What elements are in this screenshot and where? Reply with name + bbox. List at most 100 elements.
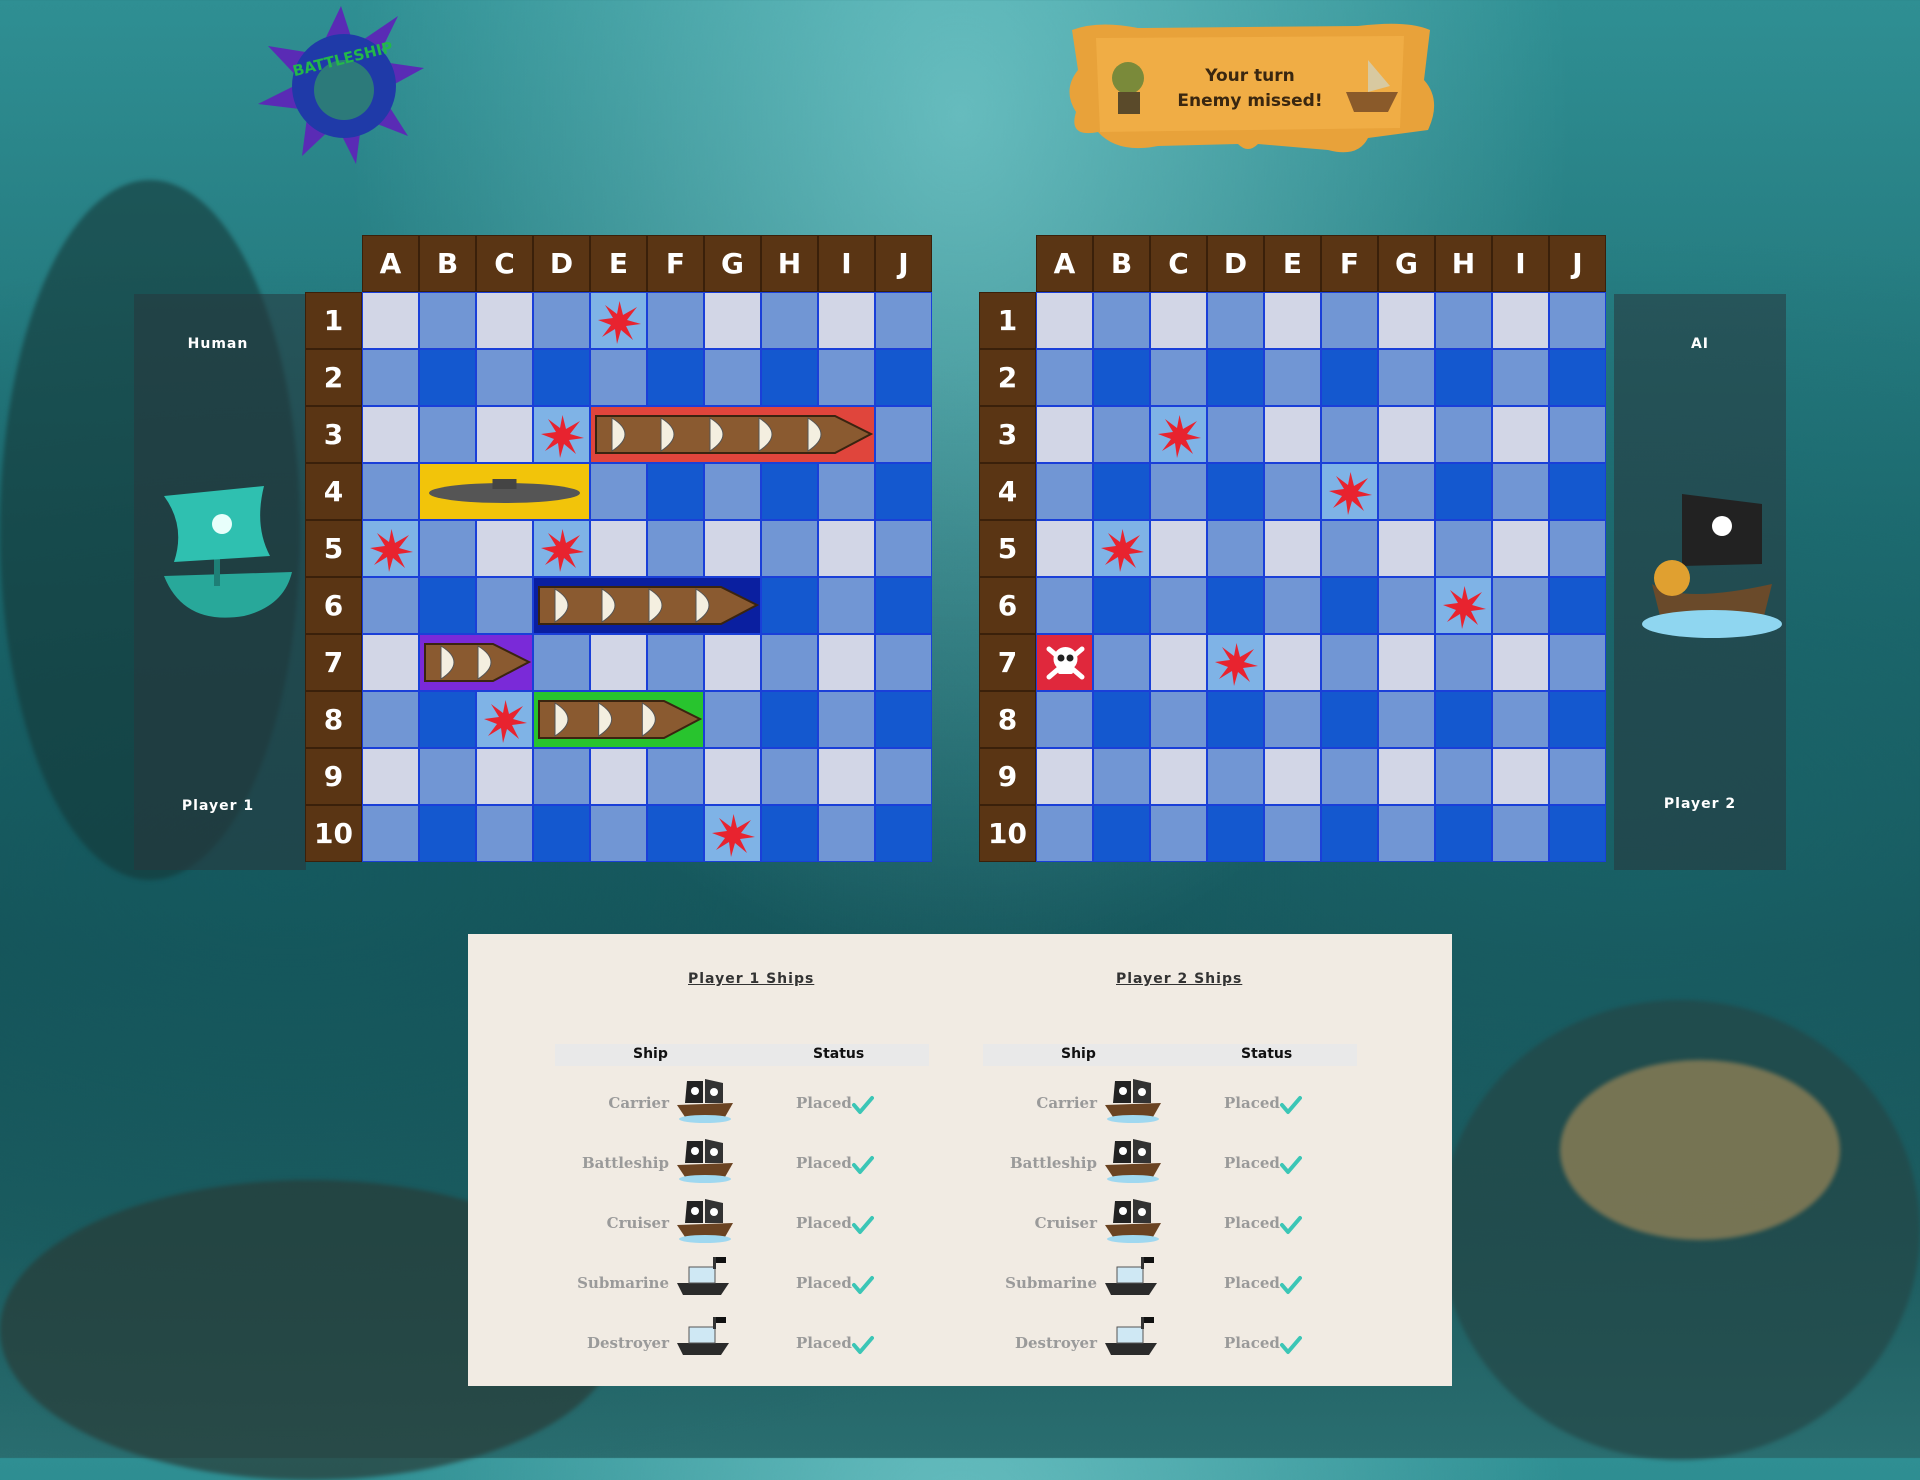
p1-cell-C3[interactable]: [476, 406, 533, 463]
p2-cell-H8[interactable]: [1435, 691, 1492, 748]
p2-cell-E5[interactable]: [1264, 520, 1321, 577]
p2-cell-F8[interactable]: [1321, 691, 1378, 748]
p2-cell-D9[interactable]: [1207, 748, 1264, 805]
p2-cell-F2[interactable]: [1321, 349, 1378, 406]
p1-cell-I6[interactable]: [818, 577, 875, 634]
p1-cell-F5[interactable]: [647, 520, 704, 577]
p2-cell-F3[interactable]: [1321, 406, 1378, 463]
p2-cell-C6[interactable]: [1150, 577, 1207, 634]
p1-cell-G5[interactable]: [704, 520, 761, 577]
p1-cell-D10[interactable]: [533, 805, 590, 862]
p2-cell-A2[interactable]: [1036, 349, 1093, 406]
p2-cell-E6[interactable]: [1264, 577, 1321, 634]
p2-cell-B2[interactable]: [1093, 349, 1150, 406]
p2-cell-B1[interactable]: [1093, 292, 1150, 349]
p2-cell-F5[interactable]: [1321, 520, 1378, 577]
p1-cell-D9[interactable]: [533, 748, 590, 805]
p1-cell-E10[interactable]: [590, 805, 647, 862]
p2-cell-A3[interactable]: [1036, 406, 1093, 463]
p2-cell-D10[interactable]: [1207, 805, 1264, 862]
p2-cell-C2[interactable]: [1150, 349, 1207, 406]
p2-cell-G2[interactable]: [1378, 349, 1435, 406]
p2-cell-D2[interactable]: [1207, 349, 1264, 406]
p1-cell-H6[interactable]: [761, 577, 818, 634]
p1-cell-D3[interactable]: [533, 406, 590, 463]
p2-cell-C1[interactable]: [1150, 292, 1207, 349]
p2-cell-A6[interactable]: [1036, 577, 1093, 634]
p1-cell-B1[interactable]: [419, 292, 476, 349]
p1-cell-F2[interactable]: [647, 349, 704, 406]
p2-cell-G7[interactable]: [1378, 634, 1435, 691]
p1-cell-C2[interactable]: [476, 349, 533, 406]
p2-cell-C8[interactable]: [1150, 691, 1207, 748]
p2-cell-I7[interactable]: [1492, 634, 1549, 691]
p1-cell-I1[interactable]: [818, 292, 875, 349]
p2-cell-C4[interactable]: [1150, 463, 1207, 520]
p2-cell-A7[interactable]: [1036, 634, 1093, 691]
p2-cell-G10[interactable]: [1378, 805, 1435, 862]
p1-cell-F9[interactable]: [647, 748, 704, 805]
p1-cell-B10[interactable]: [419, 805, 476, 862]
p1-cell-B9[interactable]: [419, 748, 476, 805]
p2-cell-H10[interactable]: [1435, 805, 1492, 862]
p1-cell-E5[interactable]: [590, 520, 647, 577]
p1-cell-I7[interactable]: [818, 634, 875, 691]
p2-cell-I8[interactable]: [1492, 691, 1549, 748]
p1-cell-H2[interactable]: [761, 349, 818, 406]
p2-cell-H2[interactable]: [1435, 349, 1492, 406]
p1-cell-I4[interactable]: [818, 463, 875, 520]
p2-cell-J2[interactable]: [1549, 349, 1606, 406]
p2-cell-D3[interactable]: [1207, 406, 1264, 463]
p2-cell-B5[interactable]: [1093, 520, 1150, 577]
p1-cell-B3[interactable]: [419, 406, 476, 463]
p2-cell-C5[interactable]: [1150, 520, 1207, 577]
p2-cell-H6[interactable]: [1435, 577, 1492, 634]
p2-cell-J4[interactable]: [1549, 463, 1606, 520]
p2-cell-J3[interactable]: [1549, 406, 1606, 463]
p1-cell-H1[interactable]: [761, 292, 818, 349]
p1-cell-C1[interactable]: [476, 292, 533, 349]
p1-cell-J1[interactable]: [875, 292, 932, 349]
p2-cell-H9[interactable]: [1435, 748, 1492, 805]
p2-cell-B10[interactable]: [1093, 805, 1150, 862]
p2-cell-B4[interactable]: [1093, 463, 1150, 520]
p2-cell-E9[interactable]: [1264, 748, 1321, 805]
p2-cell-I6[interactable]: [1492, 577, 1549, 634]
p2-cell-J5[interactable]: [1549, 520, 1606, 577]
p2-cell-G1[interactable]: [1378, 292, 1435, 349]
p1-cell-H7[interactable]: [761, 634, 818, 691]
p2-cell-B7[interactable]: [1093, 634, 1150, 691]
p2-cell-I4[interactable]: [1492, 463, 1549, 520]
p2-cell-I9[interactable]: [1492, 748, 1549, 805]
p2-cell-A9[interactable]: [1036, 748, 1093, 805]
p1-cell-B8[interactable]: [419, 691, 476, 748]
p2-cell-D4[interactable]: [1207, 463, 1264, 520]
p1-cell-G9[interactable]: [704, 748, 761, 805]
p2-cell-G4[interactable]: [1378, 463, 1435, 520]
p2-cell-D1[interactable]: [1207, 292, 1264, 349]
p1-cell-C8[interactable]: [476, 691, 533, 748]
p2-cell-F9[interactable]: [1321, 748, 1378, 805]
p2-cell-G6[interactable]: [1378, 577, 1435, 634]
p1-cell-G7[interactable]: [704, 634, 761, 691]
p2-cell-F1[interactable]: [1321, 292, 1378, 349]
p1-cell-D5[interactable]: [533, 520, 590, 577]
p2-cell-J6[interactable]: [1549, 577, 1606, 634]
p1-cell-B2[interactable]: [419, 349, 476, 406]
p2-cell-J7[interactable]: [1549, 634, 1606, 691]
p2-cell-A5[interactable]: [1036, 520, 1093, 577]
p2-cell-F10[interactable]: [1321, 805, 1378, 862]
p2-cell-E4[interactable]: [1264, 463, 1321, 520]
p1-cell-J2[interactable]: [875, 349, 932, 406]
p2-cell-A1[interactable]: [1036, 292, 1093, 349]
p2-cell-I3[interactable]: [1492, 406, 1549, 463]
p2-cell-B3[interactable]: [1093, 406, 1150, 463]
p1-cell-I10[interactable]: [818, 805, 875, 862]
p2-cell-E7[interactable]: [1264, 634, 1321, 691]
p1-cell-F10[interactable]: [647, 805, 704, 862]
p2-cell-J10[interactable]: [1549, 805, 1606, 862]
p2-cell-I5[interactable]: [1492, 520, 1549, 577]
p2-cell-C9[interactable]: [1150, 748, 1207, 805]
p1-cell-C6[interactable]: [476, 577, 533, 634]
p2-cell-C7[interactable]: [1150, 634, 1207, 691]
